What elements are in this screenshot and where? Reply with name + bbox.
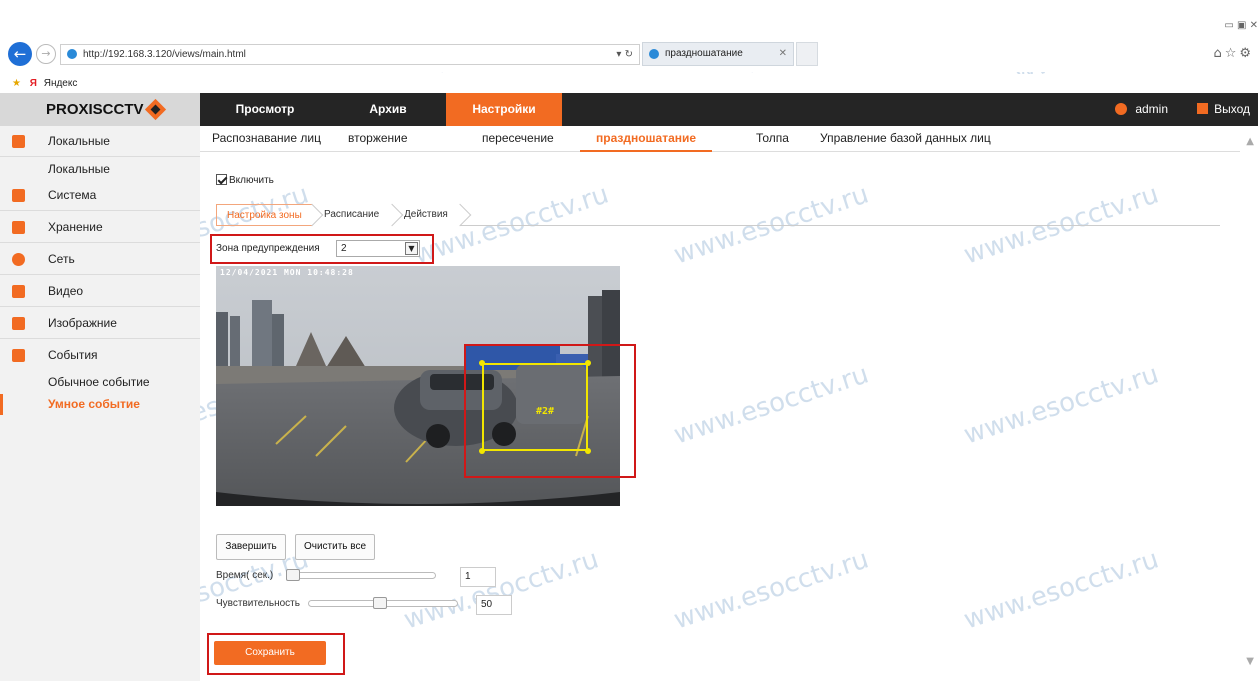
watermark: www.esocctv.ru xyxy=(960,359,1163,451)
logo-text: PROXISCCTV xyxy=(46,101,144,118)
tab-face-recognition[interactable]: Распознавание лиц xyxy=(212,128,321,152)
sidebar-sub-smart-event[interactable]: Умное событие xyxy=(0,394,200,415)
sidebar-item-storage[interactable]: Хранение xyxy=(0,212,200,243)
sidebar-item-label: События xyxy=(48,348,98,362)
highlight-zone xyxy=(464,344,636,478)
network-icon xyxy=(12,253,25,266)
logout-icon xyxy=(1197,103,1209,114)
sidebar-sub-local[interactable]: Локальные xyxy=(0,159,200,180)
tab-line-crossing[interactable]: пересечение xyxy=(482,128,554,152)
step-zone-setup[interactable]: Настройка зоны xyxy=(216,204,312,226)
browser-nav-row: ← → http://192.168.3.120/views/main.html… xyxy=(0,34,1258,74)
sidebar-item-label: Видео xyxy=(48,284,84,298)
new-tab-button[interactable] xyxy=(796,42,818,66)
sidebar: Локальные Локальные Система Хранение Сет… xyxy=(0,126,200,681)
events-icon xyxy=(12,349,25,362)
scroll-down-icon[interactable]: ▼ xyxy=(1246,656,1254,667)
image-icon xyxy=(12,317,25,330)
sidebar-item-label: Сеть xyxy=(48,252,75,266)
home-star-gear-icons[interactable]: ⌂☆⚙ xyxy=(1213,46,1254,61)
enable-label: Включить xyxy=(229,175,274,186)
sensitivity-input[interactable]: 50 xyxy=(476,595,512,615)
tab-loitering[interactable]: празднoшатание xyxy=(580,128,713,152)
sidebar-item-label: Локальные xyxy=(48,134,110,148)
clear-all-button[interactable]: Очистить все xyxy=(295,534,375,560)
enable-checkbox[interactable] xyxy=(216,174,227,185)
sidebar-item-image[interactable]: Изображние xyxy=(0,308,200,339)
user-menu[interactable]: admin xyxy=(1115,93,1168,126)
logout-button[interactable]: Выход xyxy=(1197,93,1250,126)
sidebar-item-network[interactable]: Сеть xyxy=(0,244,200,275)
monitor-icon xyxy=(12,135,25,148)
watermark: www.esocctv.ru xyxy=(400,544,603,636)
system-icon xyxy=(12,189,25,202)
tab-title: празднoшатание xyxy=(665,48,743,59)
favorite-yandex-link[interactable]: Яндекс xyxy=(44,78,78,89)
nav-view[interactable]: Просмотр xyxy=(200,93,330,126)
sidebar-item-local[interactable]: Локальные xyxy=(0,126,200,157)
time-slider-handle[interactable] xyxy=(286,569,300,581)
page-icon xyxy=(67,49,77,59)
step-schedule[interactable]: Расписание xyxy=(314,204,389,226)
sidebar-item-video[interactable]: Видео xyxy=(0,276,200,307)
forward-icon[interactable]: → xyxy=(36,44,56,64)
sidebar-item-label: Система xyxy=(48,188,97,202)
sidebar-item-events[interactable]: События xyxy=(0,340,200,371)
watermark: www.esocctv.ru xyxy=(670,544,873,636)
subtab-bar: Распознавание лиц вторжение пересечение … xyxy=(200,128,1240,152)
storage-icon xyxy=(12,221,25,234)
watermark: www.esocctv.ru xyxy=(960,544,1163,636)
time-input[interactable]: 1 xyxy=(460,567,496,587)
scroll-up-icon[interactable]: ▲ xyxy=(1246,136,1254,147)
time-label: Время( сек.) xyxy=(216,570,274,581)
watermark: www.esocctv.ru xyxy=(670,359,873,451)
favorites-star-icon[interactable]: ★ xyxy=(12,78,21,89)
logo: PROXISCCTV xyxy=(0,93,200,126)
logo-diamond-icon xyxy=(144,98,167,121)
nav-settings[interactable]: Настройки xyxy=(446,93,562,126)
user-icon xyxy=(1115,103,1128,115)
finish-button[interactable]: Завершить xyxy=(216,534,286,560)
browser-tab[interactable]: празднoшатание ✕ xyxy=(642,42,794,66)
sidebar-item-system[interactable]: Система xyxy=(0,180,200,211)
address-bar[interactable]: http://192.168.3.120/views/main.html ▾ ↻ xyxy=(60,44,640,65)
tab-face-database[interactable]: Управление базой данных лиц xyxy=(820,128,991,152)
tab-intrusion[interactable]: вторжение xyxy=(348,128,408,152)
divider xyxy=(460,225,1220,226)
sensitivity-slider-handle[interactable] xyxy=(373,597,387,609)
url-text: http://192.168.3.120/views/main.html xyxy=(83,49,246,60)
sidebar-sub-normal-event[interactable]: Обычное событие xyxy=(0,372,200,393)
time-slider[interactable] xyxy=(286,572,436,579)
tab-crowd[interactable]: Толпа xyxy=(756,128,789,152)
app-header: PROXISCCTV Просмотр Архив Настройки admi… xyxy=(0,93,1258,126)
video-icon xyxy=(12,285,25,298)
logout-label: Выход xyxy=(1214,102,1250,116)
enable-row[interactable]: Включить xyxy=(216,174,274,186)
refresh-icon[interactable]: ▾ ↻ xyxy=(616,45,633,64)
highlight-zone-select xyxy=(210,234,434,264)
highlight-save xyxy=(207,633,345,675)
favorites-bar: ★ Я Яндекс xyxy=(0,74,1258,94)
yandex-logo: Я xyxy=(29,78,37,89)
back-icon[interactable]: ← xyxy=(8,42,32,66)
username: admin xyxy=(1135,102,1168,116)
sidebar-item-label: Хранение xyxy=(48,220,103,234)
nav-archive[interactable]: Архив xyxy=(330,93,446,126)
close-tab-icon[interactable]: ✕ xyxy=(779,43,787,65)
sensitivity-label: Чувствительность xyxy=(216,598,300,609)
tab-favicon-icon xyxy=(649,49,659,59)
sidebar-item-label: Изображние xyxy=(48,316,117,330)
osd-timestamp: 12/04/2021 MON 10:48:28 xyxy=(220,268,354,277)
